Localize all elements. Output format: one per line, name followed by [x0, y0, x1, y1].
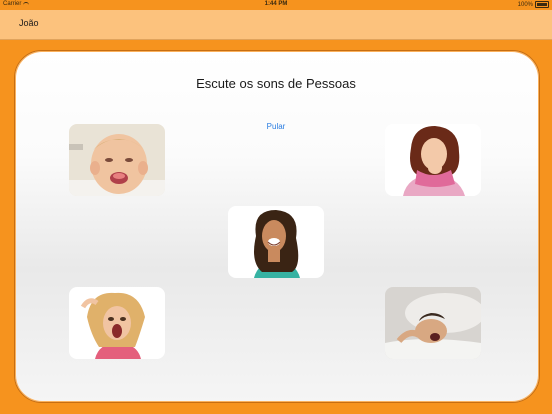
- battery-label: 100%: [517, 1, 533, 8]
- yawning-man-image: [385, 287, 481, 359]
- screaming-woman-image: [69, 287, 165, 359]
- crying-baby-photo[interactable]: [69, 124, 165, 196]
- skip-button[interactable]: Pular: [255, 122, 297, 131]
- sick-woman-image: [385, 124, 481, 196]
- screaming-woman-photo[interactable]: [69, 287, 165, 359]
- laughing-woman-photo[interactable]: [228, 206, 324, 278]
- battery-indicator: 100%: [518, 1, 549, 8]
- page-title: Escute os sons de Pessoas: [196, 76, 356, 91]
- status-time: 1:44 PM: [264, 1, 288, 7]
- crying-baby-image: [69, 124, 165, 196]
- user-name: João: [19, 18, 39, 28]
- sick-woman-photo[interactable]: [385, 124, 481, 196]
- battery-icon: [535, 1, 549, 8]
- yawning-man-photo[interactable]: [385, 287, 481, 359]
- navigation-bar: João: [0, 10, 552, 40]
- status-bar: Carrier 1:44 PM 100%: [0, 0, 552, 10]
- laughing-woman-image: [228, 206, 324, 278]
